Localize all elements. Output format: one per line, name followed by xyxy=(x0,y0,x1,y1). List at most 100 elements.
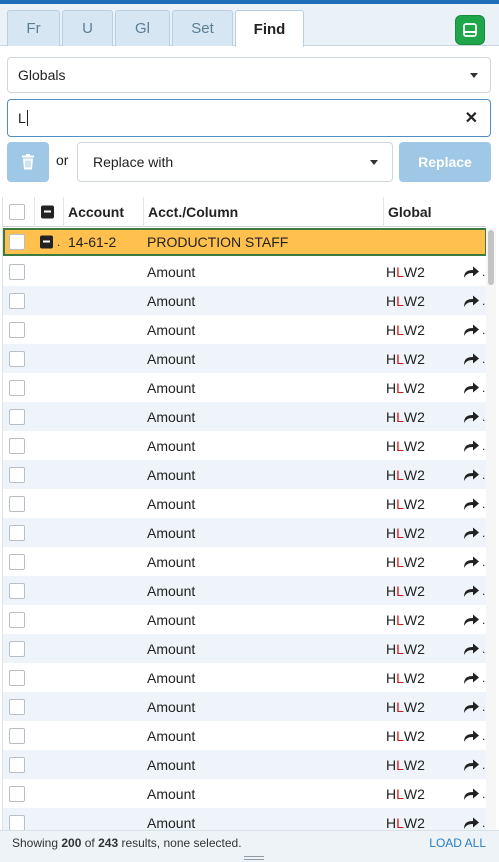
group-row-checkbox[interactable] xyxy=(9,234,25,250)
table-row[interactable]: Amount H L W2. xyxy=(3,344,486,373)
row-checkbox[interactable] xyxy=(9,640,25,657)
row-column: Amount xyxy=(147,350,196,367)
global-prefix: H xyxy=(386,437,397,454)
redo-arrow-icon[interactable] xyxy=(462,526,480,540)
group-row[interactable]: . 14-61-2 PRODUCTION STAFF xyxy=(3,228,486,256)
global-prefix: H xyxy=(386,756,397,773)
table-row[interactable]: Amount H L W2. xyxy=(3,750,486,779)
table-row[interactable]: Amount H L W2. xyxy=(3,692,486,721)
row-checkbox[interactable] xyxy=(9,350,25,367)
redo-arrow-icon[interactable] xyxy=(462,265,480,279)
redo-arrow-icon[interactable] xyxy=(462,816,480,830)
redo-arrow-icon[interactable] xyxy=(462,642,480,656)
redo-arrow-icon[interactable] xyxy=(462,294,480,308)
redo-arrow-icon[interactable] xyxy=(462,758,480,772)
replace-button[interactable]: Replace xyxy=(399,142,491,182)
table-row[interactable]: Amount H L W2. xyxy=(3,431,486,460)
select-all-checkbox[interactable] xyxy=(9,204,25,220)
table-row[interactable]: Amount H L W2. xyxy=(3,721,486,750)
global-match: L xyxy=(396,437,404,454)
row-checkbox[interactable] xyxy=(9,263,25,280)
panel-toggle-button[interactable] xyxy=(456,16,484,44)
column-header-global[interactable]: Global xyxy=(383,197,486,227)
scope-select[interactable]: Globals xyxy=(7,57,491,93)
table-row[interactable]: Amount H L W2. xyxy=(3,460,486,489)
redo-arrow-icon[interactable] xyxy=(462,671,480,685)
collapse-group-icon[interactable] xyxy=(40,235,53,249)
global-prefix: H xyxy=(386,785,397,802)
tab-gl[interactable]: Gl xyxy=(115,10,170,46)
global-match: L xyxy=(396,814,404,831)
redo-arrow-icon[interactable] xyxy=(462,410,480,424)
column-header-acct-column[interactable]: Acct./Column xyxy=(143,197,383,227)
redo-arrow-icon[interactable] xyxy=(462,584,480,598)
redo-arrow-icon[interactable] xyxy=(462,352,480,366)
redo-arrow-icon[interactable] xyxy=(462,555,480,569)
redo-arrow-icon[interactable] xyxy=(462,787,480,801)
table-row[interactable]: Amount H L W2. xyxy=(3,518,486,547)
row-checkbox[interactable] xyxy=(9,582,25,599)
redo-arrow-icon[interactable] xyxy=(462,497,480,511)
global-prefix: H xyxy=(386,379,397,396)
row-checkbox[interactable] xyxy=(9,408,25,425)
row-checkbox[interactable] xyxy=(9,669,25,686)
tab-set[interactable]: Set xyxy=(172,10,233,46)
resize-grip[interactable] xyxy=(0,854,499,862)
load-all-link[interactable]: LOAD ALL xyxy=(429,836,486,850)
row-global: H L W2 xyxy=(386,576,425,605)
table-row[interactable]: Amount H L W2. xyxy=(3,315,486,344)
row-checkbox[interactable] xyxy=(9,727,25,744)
global-suffix: W2 xyxy=(403,292,425,309)
row-checkbox[interactable] xyxy=(9,785,25,802)
redo-arrow-icon[interactable] xyxy=(462,613,480,627)
row-checkbox[interactable] xyxy=(9,321,25,338)
table-row[interactable]: Amount H L W2. xyxy=(3,402,486,431)
row-checkbox[interactable] xyxy=(9,466,25,483)
row-checkbox[interactable] xyxy=(9,553,25,570)
redo-arrow-icon[interactable] xyxy=(462,381,480,395)
redo-arrow-icon[interactable] xyxy=(462,700,480,714)
clear-icon[interactable]: ✕ xyxy=(465,108,478,128)
row-checkbox[interactable] xyxy=(9,292,25,309)
row-checkbox[interactable] xyxy=(9,379,25,396)
table-row[interactable]: Amount H L W2. xyxy=(3,373,486,402)
global-match: L xyxy=(396,582,404,599)
search-input[interactable]: L ✕ xyxy=(7,99,491,137)
row-checkbox[interactable] xyxy=(9,437,25,454)
collapse-all-icon[interactable] xyxy=(41,205,54,219)
delete-button[interactable] xyxy=(7,142,49,182)
table-row[interactable]: Amount H L W2. xyxy=(3,663,486,692)
table-row[interactable]: Amount H L W2. xyxy=(3,634,486,663)
table-row[interactable]: Amount H L W2. xyxy=(3,779,486,808)
table-row[interactable]: Amount H L W2. xyxy=(3,808,486,830)
row-checkbox[interactable] xyxy=(9,495,25,512)
row-global: H L W2 xyxy=(386,402,425,431)
row-global: H L W2 xyxy=(386,431,425,460)
column-header-account[interactable]: Account xyxy=(63,197,143,227)
global-suffix: W2 xyxy=(403,582,425,599)
row-checkbox[interactable] xyxy=(9,611,25,628)
redo-arrow-icon[interactable] xyxy=(462,468,480,482)
redo-arrow-icon[interactable] xyxy=(462,323,480,337)
table-row[interactable]: Amount H L W2. xyxy=(3,489,486,518)
replace-with-select[interactable]: Replace with xyxy=(77,142,393,182)
row-checkbox[interactable] xyxy=(9,814,25,830)
truncation-dots: . xyxy=(482,757,486,772)
grid-scrollbar[interactable] xyxy=(486,228,496,830)
tab-label: Gl xyxy=(135,20,150,37)
table-row[interactable]: Amount H L W2. xyxy=(3,257,486,286)
grid-scrollbar-thumb[interactable] xyxy=(488,230,494,285)
tab-u[interactable]: U xyxy=(62,10,113,46)
row-checkbox[interactable] xyxy=(9,524,25,541)
tab-label: Fr xyxy=(26,20,41,37)
table-row[interactable]: Amount H L W2. xyxy=(3,605,486,634)
table-row[interactable]: Amount H L W2. xyxy=(3,286,486,315)
redo-arrow-icon[interactable] xyxy=(462,439,480,453)
table-row[interactable]: Amount H L W2. xyxy=(3,576,486,605)
redo-arrow-icon[interactable] xyxy=(462,729,480,743)
row-checkbox[interactable] xyxy=(9,698,25,715)
row-checkbox[interactable] xyxy=(9,756,25,773)
table-row[interactable]: Amount H L W2. xyxy=(3,547,486,576)
tab-find[interactable]: Find xyxy=(235,10,304,47)
tab-fr[interactable]: Fr xyxy=(7,10,60,46)
